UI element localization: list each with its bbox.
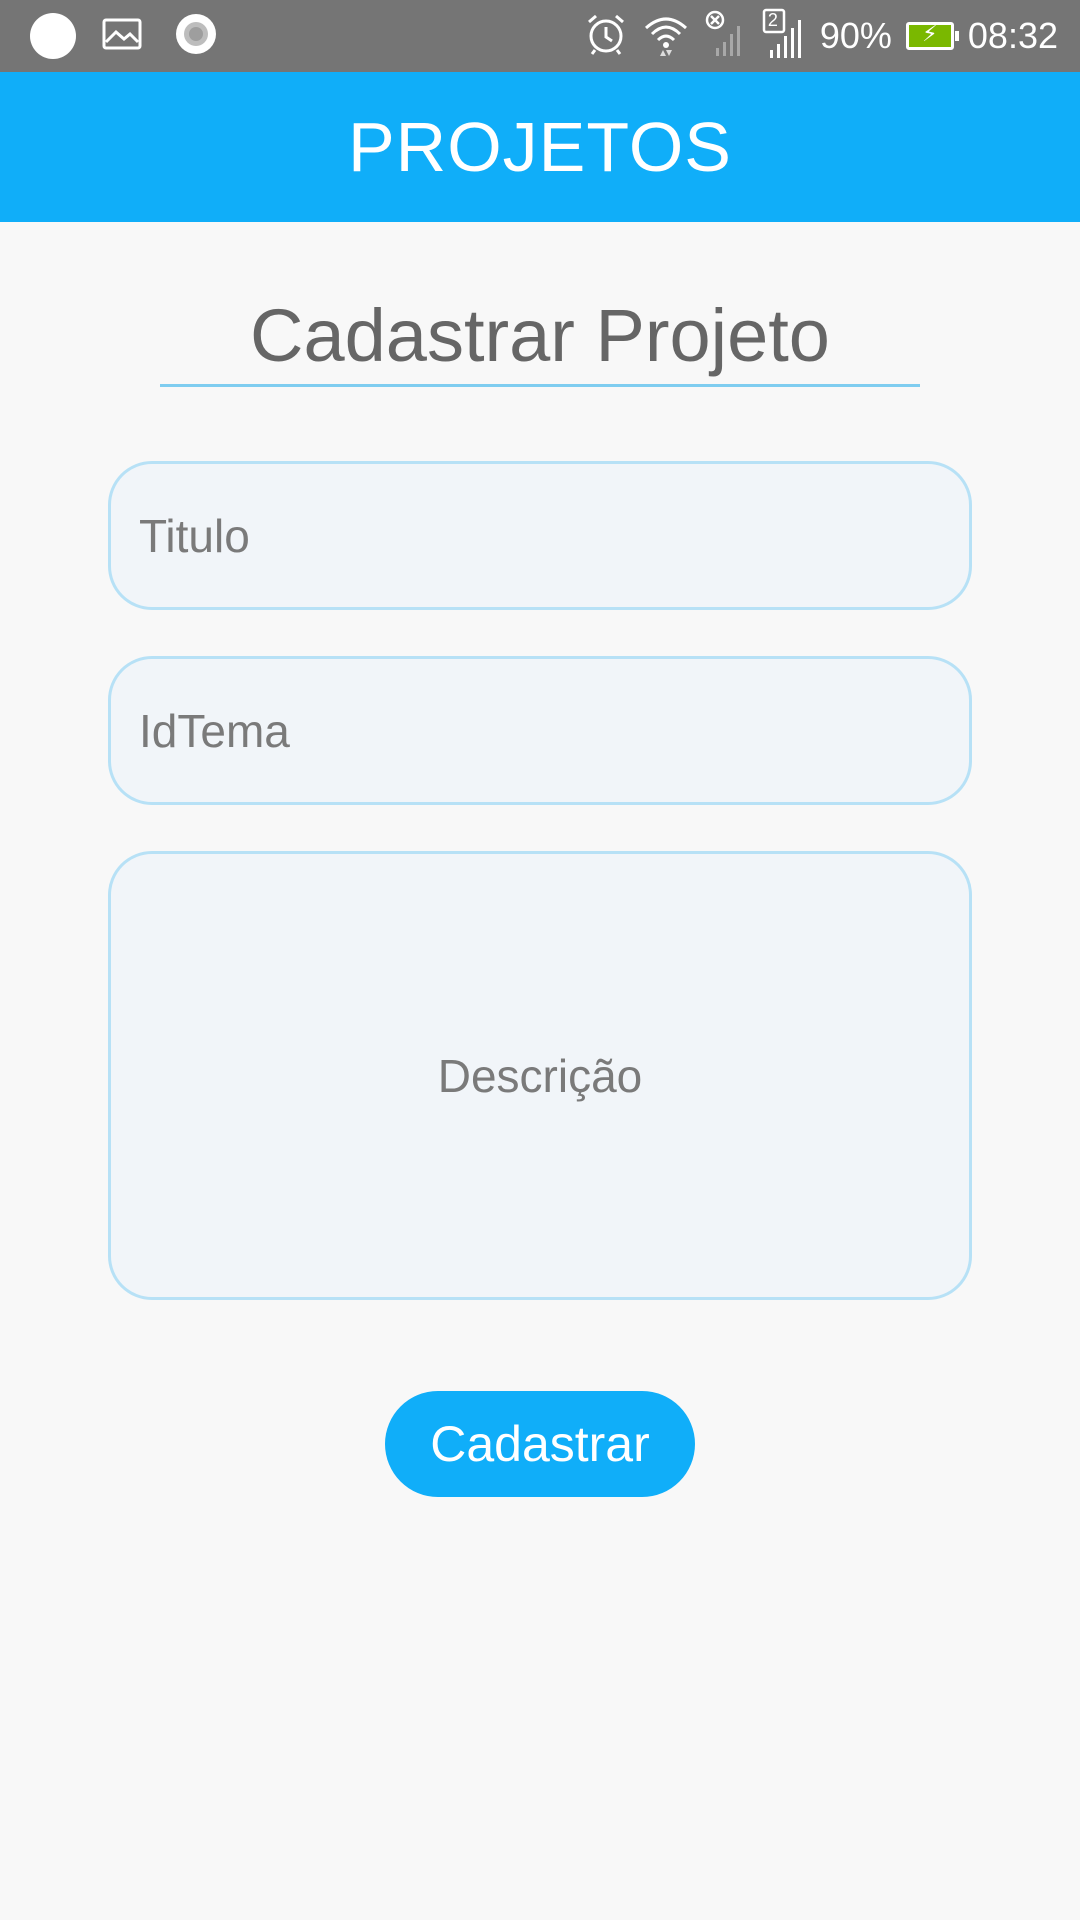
status-bar: 2 90% ⚡ 08:32 — [0, 0, 1080, 72]
idtema-placeholder: IdTema — [139, 704, 290, 757]
status-bar-right: 2 90% ⚡ 08:32 — [570, 8, 1058, 65]
app-title: PROJETOS — [347, 108, 732, 186]
no-signal-icon — [704, 10, 748, 63]
wifi-icon — [642, 12, 690, 61]
page-title: Cadastrar Projeto — [160, 288, 920, 387]
alarm-icon — [584, 12, 628, 61]
battery-percent: 90% — [819, 15, 892, 56]
gallery-icon — [102, 18, 142, 55]
idtema-input[interactable]: IdTema — [108, 656, 972, 805]
cadastrar-button[interactable]: Cadastrar — [385, 1391, 695, 1497]
record-icon — [174, 12, 218, 61]
status-bar-left — [30, 12, 218, 61]
notification-dot-icon — [30, 13, 76, 59]
descricao-textarea[interactable]: Descrição — [108, 851, 972, 1300]
app-bar: PROJETOS — [0, 72, 1080, 222]
titulo-input[interactable]: Titulo — [108, 461, 972, 610]
sim-number: 2 — [767, 9, 778, 30]
clock: 08:32 — [967, 15, 1058, 56]
titulo-placeholder: Titulo — [139, 509, 250, 562]
signal-icon: 2 — [762, 8, 806, 65]
charging-bolt-icon: ⚡ — [922, 21, 938, 46]
battery-icon: ⚡ — [905, 21, 959, 50]
descricao-placeholder: Descrição — [437, 1049, 643, 1102]
